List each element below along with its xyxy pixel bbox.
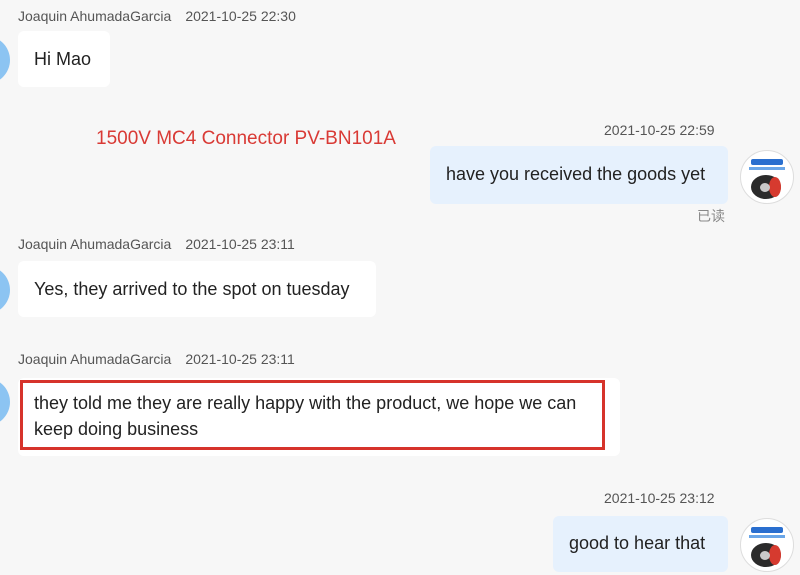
logo-band-secondary [749,167,785,170]
message-bubble-outgoing: have you received the goods yet [430,146,728,204]
timestamp: 2021-10-25 23:12 [604,490,715,506]
sender-name: Joaquin AhumadaGarcia [18,351,172,367]
contact-avatar[interactable] [0,36,10,84]
read-status: 已读 [697,208,725,224]
message-text: Yes, they arrived to the spot on tuesday [34,279,350,299]
sender-name: Joaquin AhumadaGarcia [18,236,172,252]
cable-coil-hub-icon [760,183,770,192]
timestamp: 2021-10-25 23:11 [185,351,295,367]
message-header: Joaquin AhumadaGarcia 2021-10-25 23:11 [18,351,295,367]
sender-name: Joaquin AhumadaGarcia [18,8,172,24]
contact-avatar[interactable] [0,378,10,426]
user-avatar[interactable] [740,518,794,572]
timestamp: 2021-10-25 22:30 [185,8,296,24]
message-text: Hi Mao [34,49,92,69]
message-header: Joaquin AhumadaGarcia 2021-10-25 22:30 [18,8,296,24]
message-text-line: they told me they are really happy with … [34,393,577,413]
product-link[interactable]: 1500V MC4 Connector PV-BN101A [96,128,396,150]
user-avatar[interactable] [740,150,794,204]
message-bubble-incoming: Yes, they arrived to the spot on tuesday [18,261,376,317]
cable-coil-hub-icon [760,551,770,560]
cable-coil-red-icon [769,177,781,197]
cable-coil-red-icon [769,545,781,565]
message-header: Joaquin AhumadaGarcia 2021-10-25 23:11 [18,236,295,252]
timestamp: 2021-10-25 22:59 [604,122,715,138]
timestamp: 2021-10-25 23:11 [185,236,295,252]
logo-band [751,527,783,533]
message-bubble-incoming: they told me they are really happy with … [18,378,620,456]
message-text: have you received the goods yet [446,164,706,184]
message-text: good to hear that [569,533,706,553]
message-text-line: keep doing business [34,419,199,439]
logo-band [751,159,783,165]
message-bubble-outgoing: good to hear that [553,516,728,572]
message-bubble-incoming: Hi Mao [18,31,110,87]
logo-band-secondary [749,535,785,538]
contact-avatar[interactable] [0,266,10,314]
